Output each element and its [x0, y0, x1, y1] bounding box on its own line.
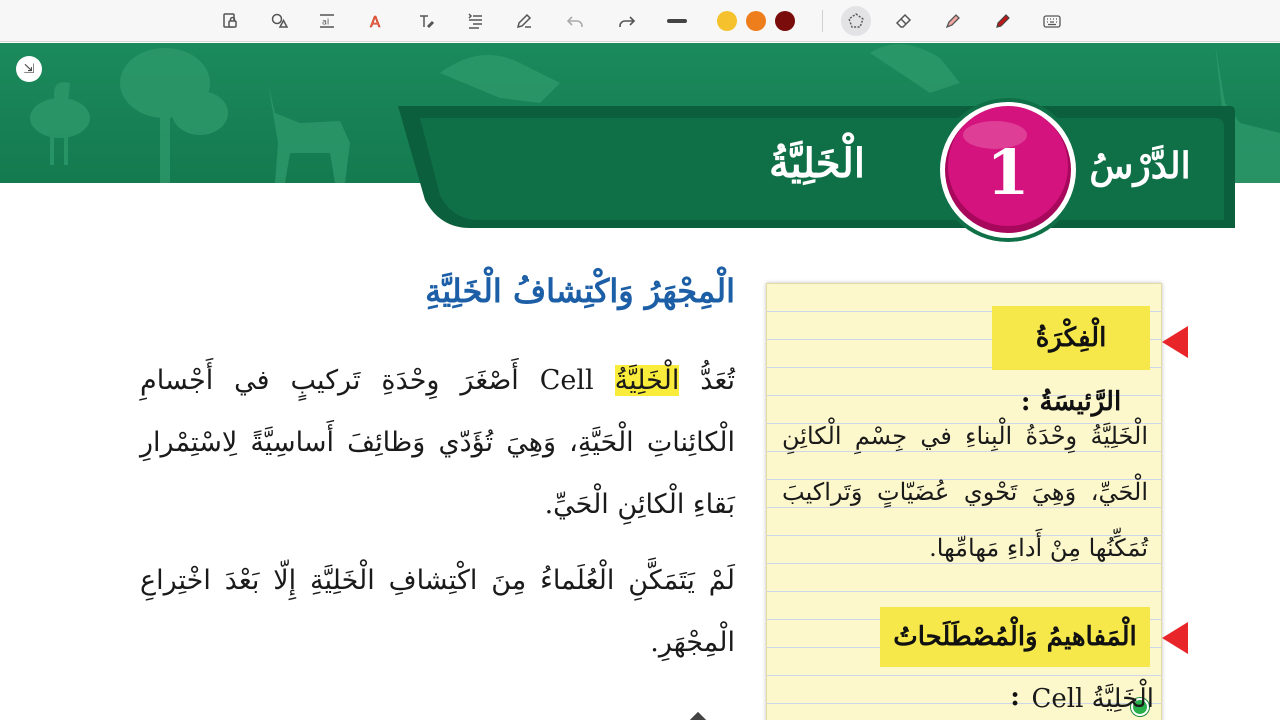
term-item: الْخَلِيَّةُ Cell	[1031, 684, 1154, 714]
paragraph-1-start: تُعَدُّ	[679, 365, 735, 396]
concepts-label: الْمَفاهيمُ وَالْمُصْطَلَحاتُ :	[880, 607, 1150, 712]
pointer-arrow-icon	[1162, 326, 1188, 358]
paragraph-2: لَمْ يَتَمَكَّنِ الْعُلَماءُ مِنَ اكْتِش…	[140, 565, 735, 658]
lesson-number-badge: 1	[986, 135, 1030, 209]
highlighted-term: الْخَلِيَّةُ	[614, 365, 680, 396]
lesson-title: الْخَلِيَّةُ	[769, 140, 865, 187]
section-heading: الْمِجْهَرُ وَاكْتِشافُ الْخَلِيَّةِ	[425, 272, 735, 310]
stylus-cursor-icon	[690, 712, 706, 720]
main-idea-label: الْفِكْرَةُ الرَّئيسَةُ :	[992, 306, 1150, 417]
main-idea-text: الْخَلِيَّةُ وِحْدَةُ الْبِناءِ في جِسْم…	[782, 422, 1148, 562]
paragraph-1: تُعَدُّ الْخَلِيَّةُ Cell أَصْغَرَ وِحْد…	[140, 350, 735, 536]
pointer-arrow-icon	[1162, 622, 1188, 654]
lesson-label: الدَّرْسُ	[1089, 145, 1191, 187]
